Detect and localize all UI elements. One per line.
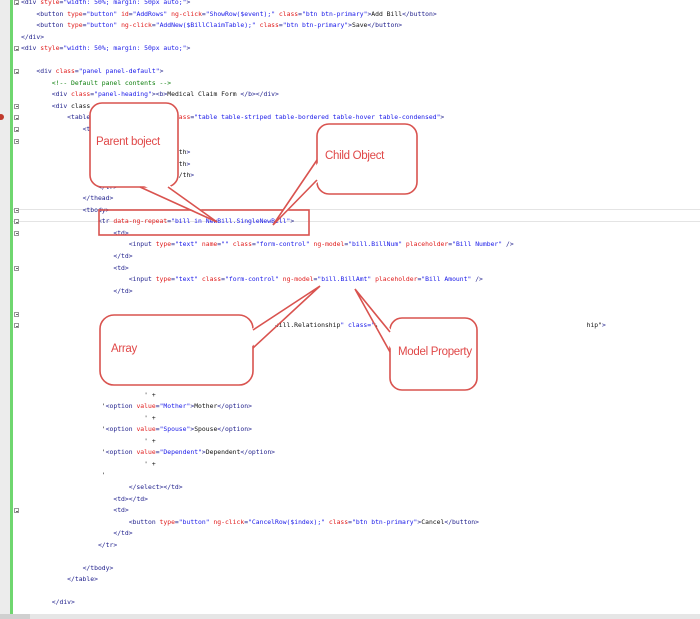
annotation-layer [89, 102, 478, 391]
callout-array [99, 285, 321, 386]
callout-parent-label: Parent boject [96, 136, 160, 148]
callout-model [354, 288, 478, 391]
callout-parent [89, 102, 218, 223]
zoom-indicator[interactable] [0, 614, 30, 619]
status-bar [0, 614, 700, 619]
callout-child-label: Child Object [325, 150, 385, 162]
callout-model-label: Model Property [398, 346, 472, 358]
callout-array-label: Array [111, 343, 137, 355]
